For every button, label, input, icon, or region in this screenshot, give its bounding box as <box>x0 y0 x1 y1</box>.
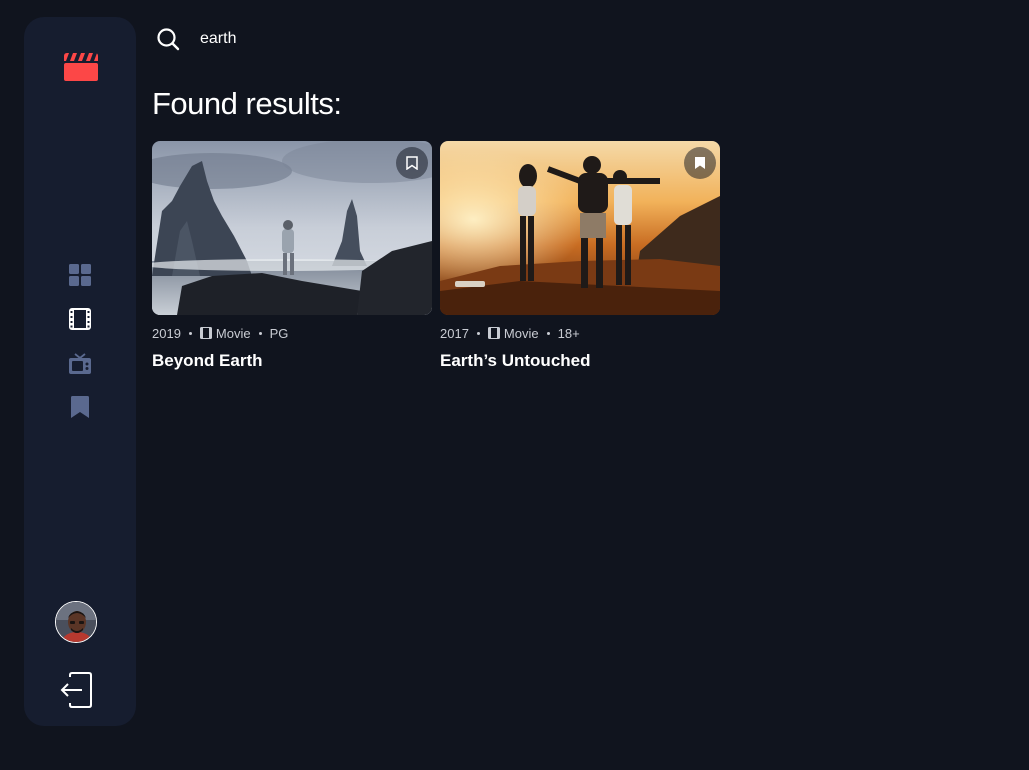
thumbnail-image <box>152 141 432 315</box>
card-title[interactable]: Earth’s Untouched <box>440 351 720 371</box>
logout-button[interactable] <box>58 672 98 708</box>
bookmark-icon <box>71 396 89 418</box>
thumbnail-image <box>440 141 720 315</box>
logout-icon <box>60 672 92 708</box>
search-icon[interactable] <box>156 27 180 51</box>
rating: PG <box>269 325 289 341</box>
nav-home[interactable] <box>68 263 92 287</box>
result-card[interactable]: 2017 Movie 18+ Earth’s Untouched <box>440 141 720 371</box>
separator-dot <box>188 331 192 335</box>
rating: 18+ <box>557 325 580 341</box>
bookmark-filled-icon <box>695 157 705 169</box>
sidebar <box>24 17 136 726</box>
separator-dot <box>546 331 550 335</box>
nav-movies[interactable] <box>68 307 92 331</box>
results-heading: Found results: <box>152 86 342 121</box>
result-card[interactable]: 2019 Movie PG Beyond Earth <box>152 141 432 371</box>
nav-bookmarks[interactable] <box>68 395 92 419</box>
category: Movie <box>503 325 539 341</box>
card-meta: 2019 Movie PG <box>152 325 432 341</box>
bookmark-button[interactable] <box>684 147 716 179</box>
year: 2017 <box>440 325 469 341</box>
separator-dot <box>476 331 480 335</box>
card-title[interactable]: Beyond Earth <box>152 351 432 371</box>
card-meta: 2017 Movie 18+ <box>440 325 720 341</box>
film-icon <box>487 327 500 339</box>
separator-dot <box>258 331 262 335</box>
year: 2019 <box>152 325 181 341</box>
tv-icon <box>69 353 91 374</box>
clapperboard-icon[interactable] <box>64 53 98 81</box>
search-bar <box>156 24 756 54</box>
bookmark-empty-icon <box>406 156 418 170</box>
film-icon <box>199 327 212 339</box>
film-icon <box>69 308 91 330</box>
search-input[interactable] <box>200 25 700 53</box>
nav-tv-series[interactable] <box>68 351 92 375</box>
avatar[interactable] <box>55 601 97 643</box>
thumbnail[interactable] <box>440 141 720 315</box>
thumbnail[interactable] <box>152 141 432 315</box>
grid-icon <box>69 264 91 286</box>
category: Movie <box>215 325 251 341</box>
bookmark-button[interactable] <box>396 147 428 179</box>
